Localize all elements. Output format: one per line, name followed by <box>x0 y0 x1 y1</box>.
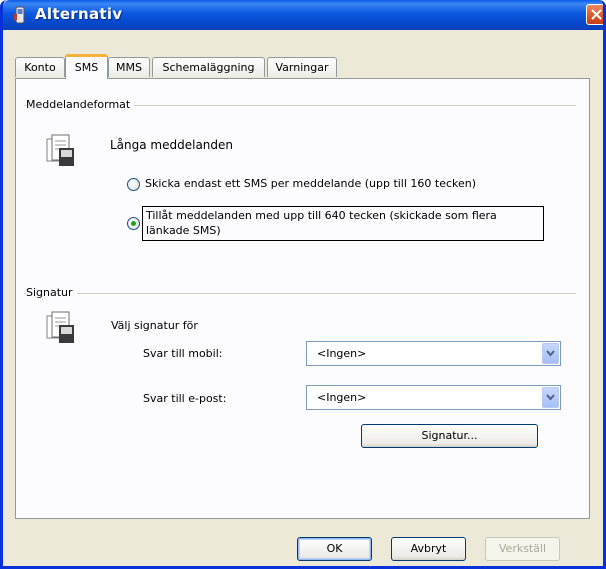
email-reply-label: Svar till e-post: <box>143 392 227 405</box>
radio-long-sms-label-line2[interactable]: länkade SMS) <box>146 224 221 237</box>
title-bar[interactable]: Alternativ <box>3 0 603 30</box>
dropdown-button[interactable] <box>542 387 559 408</box>
radio-long-sms[interactable] <box>127 217 140 230</box>
radio-long-sms-label-line1[interactable]: Tillåt meddelanden med upp till 640 teck… <box>146 209 497 222</box>
choose-signature-heading: Välj signatur för <box>111 319 198 332</box>
tab-varningar[interactable]: Varningar <box>267 57 337 77</box>
ok-button[interactable]: OK <box>297 537 372 561</box>
app-icon <box>14 6 25 24</box>
apply-button[interactable]: Verkställ <box>485 537 560 561</box>
group-label-message-format: Meddelandeformat <box>26 98 135 111</box>
tab-konto[interactable]: Konto <box>15 57 65 77</box>
chevron-down-icon <box>546 394 555 401</box>
tab-sms[interactable]: SMS <box>65 54 108 79</box>
dropdown-button[interactable] <box>542 343 559 364</box>
tab-schemalaggning[interactable]: Schemaläggning <box>152 57 265 77</box>
group-label-signature: Signatur <box>26 286 77 299</box>
radio-single-sms[interactable] <box>127 178 140 191</box>
close-icon <box>591 9 602 20</box>
mobile-reply-label: Svar till mobil: <box>143 347 223 360</box>
mobile-signature-select[interactable]: <Ingen> <box>306 341 561 366</box>
signature-button[interactable]: Signatur... <box>361 424 538 448</box>
document-icon <box>46 311 74 343</box>
radio-single-sms-label[interactable]: Skicka endast ett SMS per meddelande (up… <box>145 177 476 190</box>
email-signature-select[interactable]: <Ingen> <box>306 385 561 410</box>
email-signature-value: <Ingen> <box>317 391 367 404</box>
close-button[interactable] <box>586 4 603 25</box>
tab-panel-sms: Meddelandeformat Långa meddelanden Skick… <box>15 78 590 519</box>
document-icon <box>46 134 74 166</box>
options-dialog: Alternativ Konto SMS MMS Schemaläggning … <box>0 0 606 569</box>
mobile-signature-value: <Ingen> <box>317 347 367 360</box>
window-title: Alternativ <box>35 5 123 23</box>
chevron-down-icon <box>546 350 555 357</box>
tab-mms[interactable]: MMS <box>108 57 150 77</box>
long-messages-heading: Långa meddelanden <box>110 138 234 152</box>
cancel-button[interactable]: Avbryt <box>391 537 466 561</box>
divider <box>24 293 576 294</box>
